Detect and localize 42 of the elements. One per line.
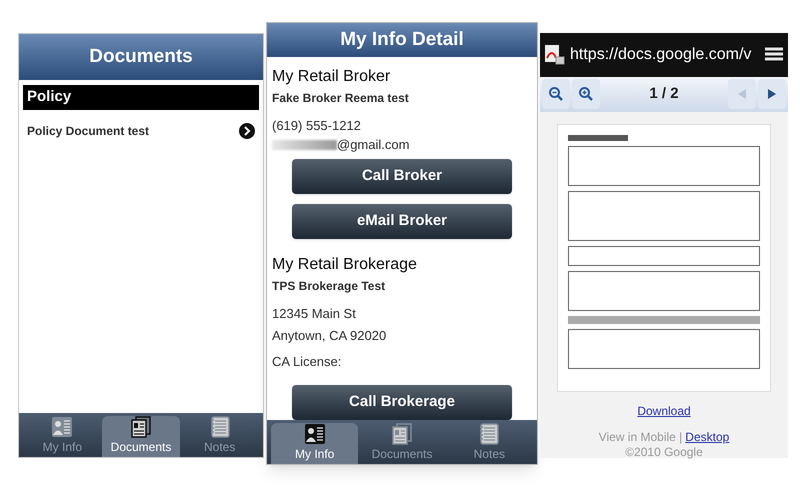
notebook-icon [478, 423, 500, 445]
contact-card-icon [51, 416, 74, 438]
list-item[interactable]: Policy Document test [27, 122, 150, 140]
section-heading: My Retail Broker [272, 66, 392, 86]
address-line: 12345 Main St [272, 304, 357, 322]
chevron-right-icon[interactable] [239, 122, 255, 138]
action-button[interactable]: eMail Broker [292, 204, 512, 238]
phone-number: (619) 555-1212 [272, 116, 362, 135]
contact-card-icon [304, 423, 326, 445]
tab[interactable]: My Info [23, 416, 102, 457]
tab[interactable]: My Info [271, 423, 358, 464]
left-triangle-icon [737, 88, 747, 100]
zoom-in-icon[interactable] [572, 79, 600, 110]
pdf-file-icon [544, 44, 566, 66]
address-line: Anytown, CA 92020 [272, 327, 388, 345]
copyright-text: ©2010 Google [625, 446, 703, 458]
broker-name: Fake Broker Reema test [272, 90, 410, 106]
screen-header: Documents [19, 34, 263, 80]
next-page-button[interactable] [758, 79, 786, 110]
view-mode-label: View in Mobile | [598, 429, 682, 446]
action-button[interactable]: Call Broker [292, 158, 512, 194]
zoom-out-icon[interactable] [542, 79, 570, 110]
tab[interactable]: Notes [446, 423, 533, 464]
notebook-icon [208, 416, 231, 438]
blurred-text [272, 140, 337, 150]
desktop-link[interactable]: Desktop [685, 428, 730, 446]
tab[interactable]: Documents [102, 416, 180, 457]
section-heading: My Retail Brokerage [272, 254, 418, 274]
url-text[interactable]: https://docs.google.com/v [570, 42, 752, 67]
license-label: CA License: [272, 352, 342, 370]
right-triangle-icon [767, 88, 777, 100]
section-header: Policy [23, 85, 259, 110]
documents-icon [130, 416, 152, 438]
download-link[interactable]: Download [637, 402, 691, 420]
email-address: @gmail.com [337, 136, 410, 154]
tab[interactable]: Notes [180, 416, 260, 457]
documents-icon [390, 423, 413, 445]
tab[interactable]: Documents [358, 423, 446, 464]
action-button[interactable]: Call Brokerage [292, 385, 512, 420]
brokerage-name: TPS Brokerage Test [272, 278, 386, 294]
screen-header: My Info Detail [267, 23, 537, 56]
page-indicator: 1 / 2 [648, 84, 680, 104]
